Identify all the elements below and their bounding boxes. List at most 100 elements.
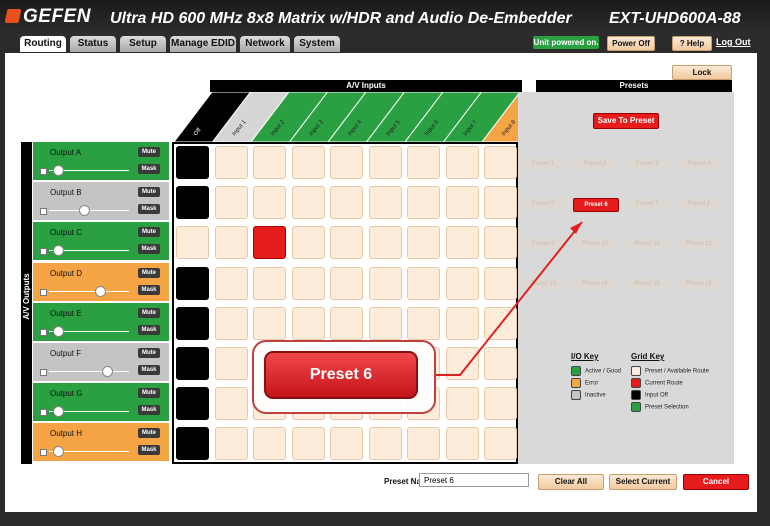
volume-slider-knob[interactable] [102, 366, 114, 377]
volume-slider-knob[interactable] [94, 285, 106, 297]
grid-cell[interactable] [214, 347, 248, 380]
grid-cell[interactable] [176, 186, 209, 220]
grid-cell[interactable] [484, 266, 517, 300]
preset-button[interactable]: Preset 15 [625, 278, 669, 290]
grid-cell[interactable] [330, 427, 363, 461]
mask-button[interactable]: Mask [138, 445, 160, 456]
mute-button[interactable]: Mute [138, 307, 160, 318]
output-checkbox[interactable] [40, 168, 47, 175]
grid-cell[interactable] [176, 347, 209, 380]
mask-button[interactable]: Mask [138, 164, 160, 174]
output-checkbox[interactable] [40, 369, 47, 376]
preset-button[interactable]: Preset 12 [677, 238, 721, 250]
clear-all-button[interactable]: Clear All [538, 474, 604, 490]
grid-cell[interactable] [214, 387, 248, 421]
grid-cell[interactable] [253, 186, 286, 220]
grid-cell[interactable] [484, 387, 517, 421]
preset-button[interactable]: Preset 7 [625, 198, 669, 210]
volume-slider-knob[interactable] [52, 406, 64, 418]
grid-cell[interactable] [484, 427, 517, 461]
grid-cell[interactable] [330, 266, 363, 300]
grid-cell[interactable] [176, 387, 209, 421]
grid-cell[interactable] [445, 427, 479, 461]
mute-button[interactable]: Mute [138, 348, 160, 358]
grid-cell[interactable] [484, 226, 517, 260]
grid-cell[interactable] [253, 266, 286, 300]
mute-button[interactable]: Mute [138, 227, 160, 238]
grid-cell[interactable] [368, 226, 402, 260]
output-checkbox[interactable] [40, 248, 47, 256]
grid-cell[interactable] [330, 186, 363, 220]
grid-cell[interactable] [445, 306, 479, 340]
mask-button[interactable]: Mask [138, 204, 160, 215]
volume-slider-knob[interactable] [52, 325, 64, 337]
grid-cell[interactable] [484, 306, 517, 340]
volume-slider-knob[interactable] [52, 446, 64, 458]
grid-cell[interactable] [407, 226, 440, 260]
grid-cell[interactable] [253, 306, 286, 340]
mask-button[interactable]: Mask [138, 324, 160, 335]
grid-cell[interactable] [484, 146, 517, 179]
mask-button[interactable]: Mask [138, 365, 160, 375]
output-checkbox[interactable] [40, 449, 47, 457]
preset-button[interactable]: Preset 14 [573, 278, 617, 290]
preset-button[interactable]: Preset 2 [573, 158, 617, 170]
mute-button[interactable]: Mute [138, 428, 160, 439]
preset-button[interactable]: Preset 6 [573, 198, 619, 212]
preset-button[interactable]: Preset 16 [677, 278, 721, 290]
grid-cell[interactable] [445, 146, 479, 179]
output-checkbox[interactable] [40, 208, 47, 216]
grid-cell[interactable] [368, 427, 402, 461]
grid-cell[interactable] [291, 427, 325, 461]
grid-cell[interactable] [176, 146, 209, 179]
preset-button[interactable]: Preset 8 [677, 198, 721, 210]
preset-button[interactable]: Preset 11 [625, 238, 669, 250]
mute-button[interactable]: Mute [138, 388, 160, 399]
grid-cell[interactable] [368, 186, 402, 220]
grid-cell[interactable] [291, 226, 325, 260]
grid-cell[interactable] [253, 226, 286, 260]
grid-cell[interactable] [368, 146, 402, 179]
grid-cell[interactable] [176, 226, 209, 260]
grid-cell[interactable] [445, 387, 479, 421]
grid-cell[interactable] [176, 306, 209, 340]
grid-cell[interactable] [214, 146, 248, 179]
volume-slider-knob[interactable] [52, 245, 64, 257]
select-current-button[interactable]: Select Current [609, 474, 677, 490]
volume-slider-knob[interactable] [52, 165, 64, 176]
output-checkbox[interactable] [40, 409, 47, 417]
preset-name-input[interactable] [419, 473, 529, 487]
grid-cell[interactable] [214, 186, 248, 220]
mute-button[interactable]: Mute [138, 267, 160, 278]
grid-cell[interactable] [445, 266, 479, 300]
mask-button[interactable]: Mask [138, 284, 160, 295]
cancel-button[interactable]: Cancel [683, 474, 749, 490]
grid-cell[interactable] [407, 266, 440, 300]
grid-cell[interactable] [407, 427, 440, 461]
output-checkbox[interactable] [40, 288, 47, 296]
grid-cell[interactable] [330, 146, 363, 179]
grid-cell[interactable] [214, 427, 248, 461]
grid-cell[interactable] [253, 146, 286, 179]
grid-cell[interactable] [214, 226, 248, 260]
grid-cell[interactable] [330, 306, 363, 340]
grid-cell[interactable] [445, 347, 479, 380]
grid-cell[interactable] [484, 186, 517, 220]
grid-cell[interactable] [291, 266, 325, 300]
mute-button[interactable]: Mute [138, 187, 160, 198]
volume-slider-knob[interactable] [79, 205, 91, 217]
grid-cell[interactable] [407, 146, 440, 179]
grid-cell[interactable] [407, 306, 440, 340]
grid-cell[interactable] [368, 306, 402, 340]
grid-cell[interactable] [407, 186, 440, 220]
grid-cell[interactable] [368, 266, 402, 300]
grid-cell[interactable] [176, 427, 209, 461]
grid-cell[interactable] [253, 427, 286, 461]
preset-button[interactable]: Preset 13 [521, 278, 565, 290]
save-to-preset-button[interactable]: Save To Preset [593, 113, 659, 129]
grid-cell[interactable] [176, 266, 209, 300]
mask-button[interactable]: Mask [138, 405, 160, 416]
preset-button[interactable]: Preset 3 [625, 158, 669, 170]
preset-button[interactable]: Preset 9 [521, 238, 565, 250]
grid-cell[interactable] [291, 146, 325, 179]
